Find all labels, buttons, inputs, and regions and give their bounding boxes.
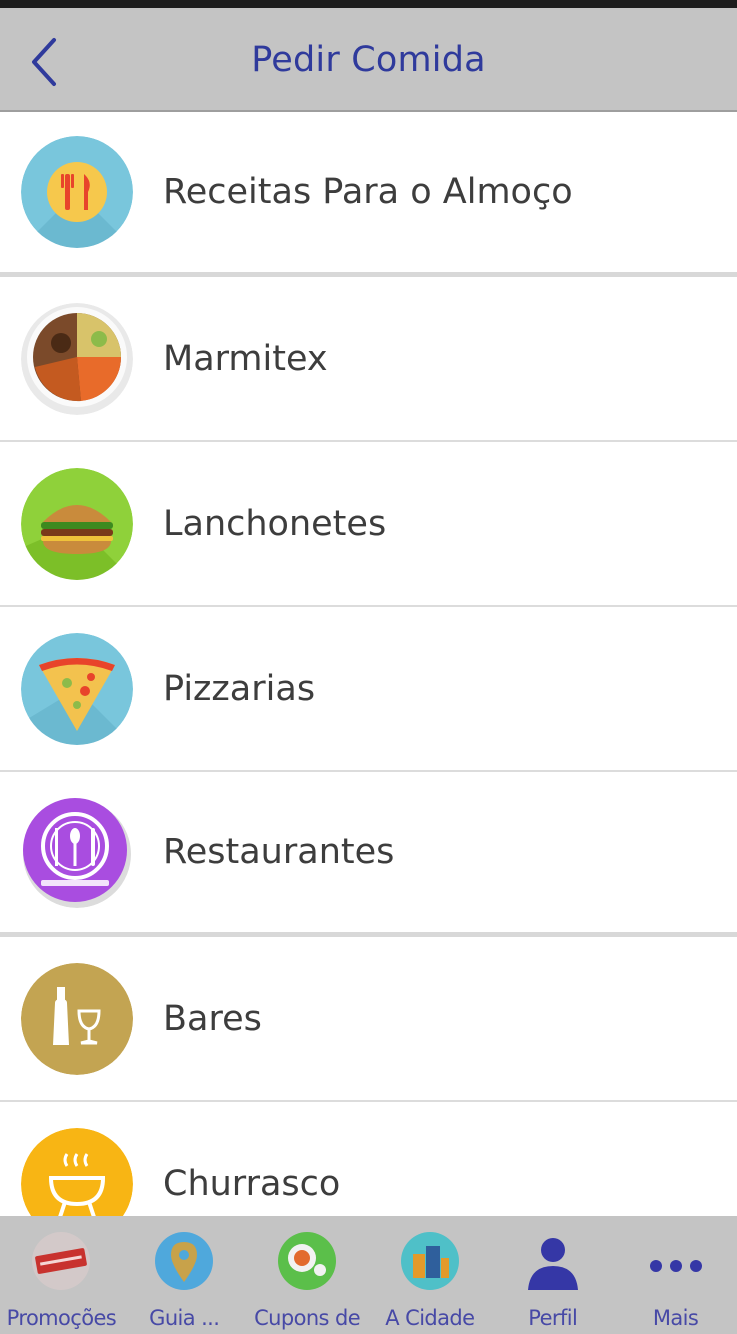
grill-icon [21, 1127, 133, 1216]
more-dots-icon [645, 1230, 707, 1292]
category-list: Receitas Para o Almoço Marmitex Lanchone… [0, 112, 737, 1216]
tab-label: Promoções [6, 1306, 117, 1330]
list-item-lanchonetes[interactable]: Lanchonetes [0, 442, 737, 607]
wine-bottle-icon [21, 962, 133, 1075]
pizza-icon [21, 632, 133, 745]
list-item-receitas[interactable]: Receitas Para o Almoço [0, 112, 737, 277]
tab-cupons[interactable]: Cupons de [246, 1216, 369, 1334]
tab-label: A Cidade [385, 1306, 475, 1330]
back-button[interactable] [18, 34, 74, 90]
list-item-label: Bares [163, 998, 262, 1039]
list-item-label: Churrasco [163, 1163, 341, 1204]
tab-label: Cupons de [254, 1306, 361, 1330]
tab-a-cidade[interactable]: A Cidade [368, 1216, 491, 1334]
bottom-tab-bar: Promoções Guia ... Cupons de A Cidade Pe… [0, 1216, 737, 1334]
coupon-icon [276, 1230, 338, 1292]
tab-promocoes[interactable]: Promoções [0, 1216, 123, 1334]
profile-icon [522, 1230, 584, 1292]
cutlery-icon [21, 136, 133, 248]
list-item-churrasco[interactable]: Churrasco [0, 1102, 737, 1216]
list-item-label: Restaurantes [163, 832, 395, 872]
food-bowl-icon [21, 302, 133, 415]
list-item-label: Marmitex [163, 338, 328, 379]
tab-label: Mais [652, 1306, 699, 1330]
app-header: Pedir Comida [0, 8, 737, 112]
list-item-label: Pizzarias [163, 668, 316, 709]
list-item-marmitex[interactable]: Marmitex [0, 277, 737, 442]
city-icon [399, 1230, 461, 1292]
tab-label: Perfil [528, 1306, 578, 1330]
list-item-restaurantes[interactable]: Restaurantes [0, 772, 737, 937]
map-pin-icon [153, 1230, 215, 1292]
burger-icon [21, 467, 133, 580]
list-item-bares[interactable]: Bares [0, 937, 737, 1102]
list-item-pizzarias[interactable]: Pizzarias [0, 607, 737, 772]
tab-perfil[interactable]: Perfil [491, 1216, 614, 1334]
restaurant-plate-icon [21, 796, 133, 908]
tab-guia[interactable]: Guia ... [123, 1216, 246, 1334]
window-top-edge [0, 0, 737, 8]
page-title: Pedir Comida [251, 40, 486, 80]
list-item-label: Lanchonetes [163, 503, 387, 544]
chevron-left-icon [32, 38, 56, 86]
tab-mais[interactable]: Mais [614, 1216, 737, 1334]
tab-label: Guia ... [149, 1306, 220, 1330]
promotion-icon [30, 1230, 92, 1292]
list-item-label: Receitas Para o Almoço [163, 172, 573, 212]
